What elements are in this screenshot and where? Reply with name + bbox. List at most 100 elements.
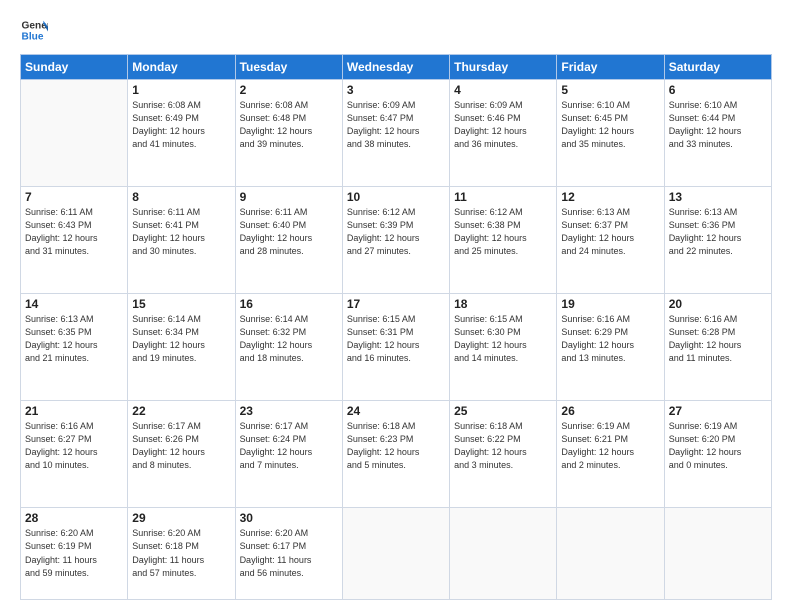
day-number: 8: [132, 190, 230, 204]
calendar-day-cell: 13 Sunrise: 6:13 AMSunset: 6:36 PMDayligh…: [664, 187, 771, 294]
calendar-day-cell: 14 Sunrise: 6:13 AMSunset: 6:35 PMDayligh…: [21, 294, 128, 401]
calendar-day-cell: 3Sunrise: 6:09 AMSunset: 6:47 PMDaylight…: [342, 80, 449, 187]
day-number: 7: [25, 190, 123, 204]
calendar-day-cell: 1 Sunrise: 6:08 AMSunset: 6:49 PMDaylight…: [128, 80, 235, 187]
calendar-day-cell: 30 Sunrise: 6:20 AMSunset: 6:17 PMDayligh…: [235, 508, 342, 600]
calendar-header-row: SundayMondayTuesdayWednesdayThursdayFrid…: [21, 55, 772, 80]
day-info: Sunrise: 6:11 AMSunset: 6:43 PMDaylight:…: [25, 206, 123, 258]
calendar-weekday-header: Monday: [128, 55, 235, 80]
day-number: 21: [25, 404, 123, 418]
calendar-week-row: 1 Sunrise: 6:08 AMSunset: 6:49 PMDaylight…: [21, 80, 772, 187]
day-number: 15: [132, 297, 230, 311]
calendar-weekday-header: Wednesday: [342, 55, 449, 80]
calendar-week-row: 28 Sunrise: 6:20 AMSunset: 6:19 PMDayligh…: [21, 508, 772, 600]
day-number: 30: [240, 511, 338, 525]
calendar-day-cell: 28 Sunrise: 6:20 AMSunset: 6:19 PMDayligh…: [21, 508, 128, 600]
day-number: 1: [132, 83, 230, 97]
calendar-day-cell: 7 Sunrise: 6:11 AMSunset: 6:43 PMDaylight…: [21, 187, 128, 294]
day-number: 25: [454, 404, 552, 418]
calendar-weekday-header: Friday: [557, 55, 664, 80]
day-number: 24: [347, 404, 445, 418]
day-info: Sunrise: 6:18 AMSunset: 6:22 PMDaylight:…: [454, 420, 552, 472]
day-info: Sunrise: 6:12 AMSunset: 6:39 PMDaylight:…: [347, 206, 445, 258]
day-number: 27: [669, 404, 767, 418]
day-number: 2: [240, 83, 338, 97]
day-number: 20: [669, 297, 767, 311]
calendar-day-cell: 12Sunrise: 6:13 AMSunset: 6:37 PMDayligh…: [557, 187, 664, 294]
day-number: 16: [240, 297, 338, 311]
calendar-day-cell: 23Sunrise: 6:17 AMSunset: 6:24 PMDayligh…: [235, 401, 342, 508]
calendar-day-cell: 26 Sunrise: 6:19 AMSunset: 6:21 PMDayligh…: [557, 401, 664, 508]
calendar-day-cell: 24 Sunrise: 6:18 AMSunset: 6:23 PMDayligh…: [342, 401, 449, 508]
day-number: 12: [561, 190, 659, 204]
calendar-day-cell: [342, 508, 449, 600]
day-info: Sunrise: 6:14 AMSunset: 6:32 PMDaylight:…: [240, 313, 338, 365]
day-number: 4: [454, 83, 552, 97]
calendar-weekday-header: Saturday: [664, 55, 771, 80]
calendar-weekday-header: Tuesday: [235, 55, 342, 80]
calendar-day-cell: 5 Sunrise: 6:10 AMSunset: 6:45 PMDaylight…: [557, 80, 664, 187]
day-number: 18: [454, 297, 552, 311]
day-info: Sunrise: 6:15 AMSunset: 6:30 PMDaylight:…: [454, 313, 552, 365]
day-info: Sunrise: 6:19 AMSunset: 6:20 PMDaylight:…: [669, 420, 767, 472]
day-number: 10: [347, 190, 445, 204]
day-number: 29: [132, 511, 230, 525]
calendar-day-cell: [21, 80, 128, 187]
calendar-week-row: 21 Sunrise: 6:16 AMSunset: 6:27 PMDayligh…: [21, 401, 772, 508]
day-info: Sunrise: 6:11 AMSunset: 6:40 PMDaylight:…: [240, 206, 338, 258]
calendar-day-cell: [450, 508, 557, 600]
calendar-day-cell: 9 Sunrise: 6:11 AMSunset: 6:40 PMDaylight…: [235, 187, 342, 294]
calendar-day-cell: 25 Sunrise: 6:18 AMSunset: 6:22 PMDayligh…: [450, 401, 557, 508]
calendar-weekday-header: Thursday: [450, 55, 557, 80]
day-info: Sunrise: 6:15 AMSunset: 6:31 PMDaylight:…: [347, 313, 445, 365]
day-info: Sunrise: 6:17 AMSunset: 6:24 PMDaylight:…: [240, 420, 338, 472]
day-number: 28: [25, 511, 123, 525]
day-number: 11: [454, 190, 552, 204]
calendar-day-cell: 17 Sunrise: 6:15 AMSunset: 6:31 PMDayligh…: [342, 294, 449, 401]
calendar-day-cell: [557, 508, 664, 600]
day-info: Sunrise: 6:19 AMSunset: 6:21 PMDaylight:…: [561, 420, 659, 472]
day-info: Sunrise: 6:08 AMSunset: 6:48 PMDaylight:…: [240, 99, 338, 151]
calendar-day-cell: 15 Sunrise: 6:14 AMSunset: 6:34 PMDayligh…: [128, 294, 235, 401]
day-info: Sunrise: 6:10 AMSunset: 6:45 PMDaylight:…: [561, 99, 659, 151]
day-number: 13: [669, 190, 767, 204]
calendar-table: SundayMondayTuesdayWednesdayThursdayFrid…: [20, 54, 772, 600]
calendar-day-cell: 18 Sunrise: 6:15 AMSunset: 6:30 PMDayligh…: [450, 294, 557, 401]
calendar-day-cell: 29Sunrise: 6:20 AMSunset: 6:18 PMDayligh…: [128, 508, 235, 600]
day-info: Sunrise: 6:16 AMSunset: 6:27 PMDaylight:…: [25, 420, 123, 472]
day-info: Sunrise: 6:16 AMSunset: 6:29 PMDaylight:…: [561, 313, 659, 365]
calendar-day-cell: 4Sunrise: 6:09 AMSunset: 6:46 PMDaylight…: [450, 80, 557, 187]
day-info: Sunrise: 6:10 AMSunset: 6:44 PMDaylight:…: [669, 99, 767, 151]
calendar-day-cell: 8Sunrise: 6:11 AMSunset: 6:41 PMDaylight…: [128, 187, 235, 294]
calendar-week-row: 14 Sunrise: 6:13 AMSunset: 6:35 PMDayligh…: [21, 294, 772, 401]
day-number: 3: [347, 83, 445, 97]
calendar-day-cell: 19 Sunrise: 6:16 AMSunset: 6:29 PMDayligh…: [557, 294, 664, 401]
calendar-day-cell: 27 Sunrise: 6:19 AMSunset: 6:20 PMDayligh…: [664, 401, 771, 508]
day-info: Sunrise: 6:20 AMSunset: 6:19 PMDaylight:…: [25, 527, 123, 579]
day-info: Sunrise: 6:17 AMSunset: 6:26 PMDaylight:…: [132, 420, 230, 472]
page: General Blue SundayMondayTuesdayWednesda…: [0, 0, 792, 612]
calendar-day-cell: 6Sunrise: 6:10 AMSunset: 6:44 PMDaylight…: [664, 80, 771, 187]
day-number: 19: [561, 297, 659, 311]
calendar-day-cell: 10 Sunrise: 6:12 AMSunset: 6:39 PMDayligh…: [342, 187, 449, 294]
day-number: 5: [561, 83, 659, 97]
day-info: Sunrise: 6:13 AMSunset: 6:35 PMDaylight:…: [25, 313, 123, 365]
logo: General Blue: [20, 16, 52, 44]
day-info: Sunrise: 6:18 AMSunset: 6:23 PMDaylight:…: [347, 420, 445, 472]
calendar-day-cell: [664, 508, 771, 600]
day-number: 9: [240, 190, 338, 204]
header: General Blue: [20, 16, 772, 44]
day-info: Sunrise: 6:20 AMSunset: 6:17 PMDaylight:…: [240, 527, 338, 579]
calendar-day-cell: 21 Sunrise: 6:16 AMSunset: 6:27 PMDayligh…: [21, 401, 128, 508]
day-info: Sunrise: 6:08 AMSunset: 6:49 PMDaylight:…: [132, 99, 230, 151]
day-number: 17: [347, 297, 445, 311]
day-info: Sunrise: 6:14 AMSunset: 6:34 PMDaylight:…: [132, 313, 230, 365]
calendar-weekday-header: Sunday: [21, 55, 128, 80]
day-info: Sunrise: 6:13 AMSunset: 6:36 PMDaylight:…: [669, 206, 767, 258]
day-info: Sunrise: 6:16 AMSunset: 6:28 PMDaylight:…: [669, 313, 767, 365]
day-number: 22: [132, 404, 230, 418]
day-number: 14: [25, 297, 123, 311]
svg-text:Blue: Blue: [22, 31, 44, 42]
day-number: 26: [561, 404, 659, 418]
calendar-day-cell: 20 Sunrise: 6:16 AMSunset: 6:28 PMDayligh…: [664, 294, 771, 401]
